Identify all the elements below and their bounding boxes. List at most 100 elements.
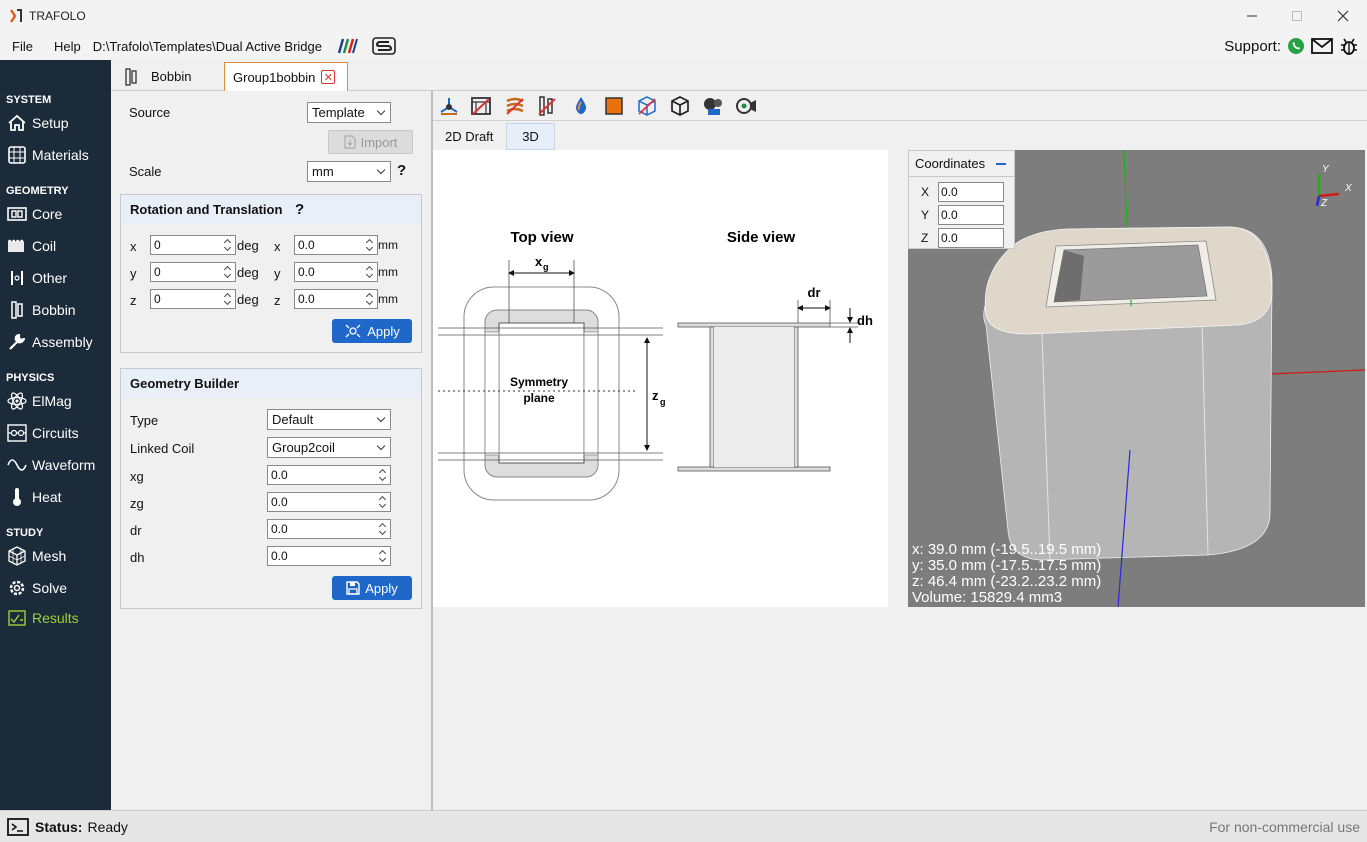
dr-input[interactable]: 0.0 [267,519,391,539]
paraview-logo-icon[interactable] [336,38,358,54]
sidebar-item-circuits[interactable]: Circuits [0,418,111,448]
mesh-cube-icon [6,546,28,566]
close-tab-icon[interactable]: ✕ [321,70,336,84]
support-label: Support: [1224,37,1281,55]
3d-viewport[interactable]: Y X Z Coordinates X 0.0 Y 0.0 Z 0.0 x: 3… [908,150,1365,607]
tab-group1bobbin[interactable]: Group1bobbin ✕ [224,62,348,91]
source-label: Source [129,105,171,120]
sidebar-item-heat[interactable]: Heat [0,482,111,512]
dh-dimension-label: dh [857,313,873,328]
project-path: D:\Trafolo\Templates\Dual Active Bridge [92,38,322,54]
sidebar-item-setup[interactable]: Setup [0,108,111,138]
axis-triad: Y X Z [1315,164,1352,209]
geometry-apply-button[interactable]: Apply [332,576,412,600]
rotation-y-input[interactable]: 0 [150,262,236,282]
coord-x-input[interactable]: 0.0 [938,182,1004,202]
scale-help-icon[interactable]: ? [397,162,406,179]
mail-icon[interactable] [1311,38,1333,54]
salome-logo-icon[interactable] [372,37,396,55]
translation-z-input[interactable]: 0.0 [294,289,378,309]
core-icon [6,204,28,224]
tab-2d-draft[interactable]: 2D Draft [433,123,506,150]
drop-icon[interactable] [570,95,592,117]
minimize-button[interactable] [1229,0,1275,32]
sidebar-section-system: SYSTEM [6,94,52,106]
menu-help[interactable]: Help [47,39,87,54]
screenshot-icon[interactable] [702,95,724,117]
core-view-icon[interactable] [470,95,492,117]
collapse-icon[interactable] [996,163,1006,165]
sidebar-item-assembly[interactable]: Assembly [0,327,111,357]
cube-icon[interactable] [669,95,691,117]
linked-coil-label: Linked Coil [130,441,195,456]
sidebar-item-label: Materials [32,147,89,163]
translation-y-input[interactable]: 0.0 [294,262,378,282]
close-window-button[interactable] [1320,0,1366,32]
sidebar-item-core[interactable]: Core [0,199,111,229]
rotation-apply-button[interactable]: Apply [332,319,412,343]
dim-x-text: x: 39.0 mm (-19.5..19.5 mm) [912,541,1102,558]
home-icon [6,113,28,133]
rotation-help-icon[interactable]: ? [295,201,304,218]
source-select[interactable]: Template [307,102,391,123]
dh-input[interactable]: 0.0 [267,546,391,566]
dr-dimension-label: dr [808,285,821,300]
import-button[interactable]: Import [328,130,413,154]
rotation-z-input[interactable]: 0 [150,289,236,309]
sidebar-item-other[interactable]: Other [0,263,111,293]
menu-file[interactable]: File [5,39,39,54]
maximize-button[interactable] [1274,0,1320,32]
sidebar-item-elmag[interactable]: ElMag [0,386,111,416]
scale-select[interactable]: mm [307,161,391,182]
sidebar-item-solve[interactable]: Solve [0,573,111,603]
sidebar-item-waveform[interactable]: Waveform [0,450,111,480]
rot-y-label: y [130,266,137,281]
coordinates-panel: Coordinates X 0.0 Y 0.0 Z 0.0 [908,150,1015,249]
sidebar-section-geometry: GEOMETRY [6,185,69,197]
sidebar-item-coil[interactable]: Coil [0,231,111,261]
tab-3d[interactable]: 3D [506,123,555,150]
sidebar-item-bobbin[interactable]: Bobbin [0,295,111,325]
volume-text: Volume: 15829.4 mm3 [912,589,1063,606]
bobbin-view-icon[interactable] [536,95,558,117]
sidebar-item-label: Waveform [32,457,96,473]
sidebar-item-materials[interactable]: Materials [0,140,111,170]
sidebar-item-label: Heat [32,489,62,505]
sidebar-item-label: Solve [32,580,68,596]
type-label: Type [130,413,159,428]
bobbin-icon [125,67,137,86]
dr-label: dr [130,523,142,538]
import-icon [343,135,356,149]
sidebar-section-physics: PHYSICS [6,372,55,384]
wireframe-icon[interactable] [636,95,658,117]
linked-coil-select[interactable]: Group2coil [267,437,391,458]
xg-input[interactable]: 0.0 [267,465,391,485]
solid-view-icon[interactable] [603,95,625,117]
sidebar-item-mesh[interactable]: Mesh [0,541,111,571]
axis-z-label: Z [1320,198,1328,209]
wrench-icon [6,332,28,352]
model-dimensions-info: x: 39.0 mm (-19.5..19.5 mm) y: 35.0 mm (… [912,542,1101,606]
sidebar-item-results[interactable]: Results [0,603,111,633]
translation-x-input[interactable]: 0.0 [294,235,378,255]
axes-icon[interactable] [438,95,460,117]
deg-unit: deg [237,292,259,307]
rotation-x-input[interactable]: 0 [150,235,236,255]
import-label: Import [360,134,398,150]
bug-report-icon[interactable] [1339,36,1359,56]
tab-bobbin[interactable]: Bobbin [115,62,224,91]
type-select[interactable]: Default [267,409,391,430]
deg-unit: deg [237,265,259,280]
coord-y-input[interactable]: 0.0 [938,205,1004,225]
trans-y-label: y [274,266,281,281]
coil-view-icon[interactable] [504,95,526,117]
status-bar: Status: Ready For non-commercial use [0,810,1367,842]
mm-unit: mm [378,292,398,306]
title-bar: TRAFOLO [0,0,1367,32]
whatsapp-icon[interactable] [1287,37,1305,55]
scale-label: Scale [129,164,162,179]
zg-input[interactable]: 0.0 [267,492,391,512]
coord-z-input[interactable]: 0.0 [938,228,1004,248]
terminal-icon[interactable] [7,817,29,837]
video-camera-icon[interactable] [735,95,757,117]
